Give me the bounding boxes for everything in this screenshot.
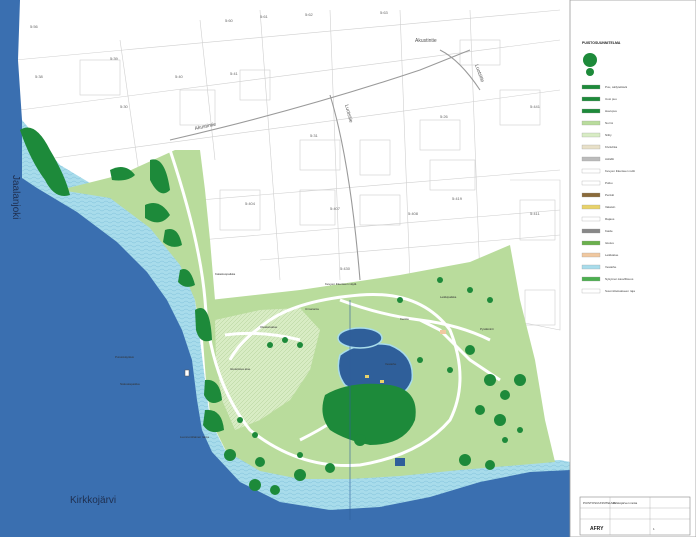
- legend-swatch: [581, 132, 601, 138]
- block-number: 5:407: [330, 206, 341, 211]
- legend-item-label: Niitty: [605, 133, 612, 137]
- block-number: 5:419: [452, 196, 463, 201]
- block-number: 5:63: [380, 10, 389, 15]
- legend-swatch: [581, 216, 601, 222]
- block-number: 5:441: [530, 104, 541, 109]
- title-company: AFRY: [590, 526, 604, 532]
- title-project: PUISTOSUUNNITELMA: [583, 501, 616, 505]
- legend-item-label: Kaide: [605, 229, 613, 233]
- map-note: Pysäköinti: [480, 327, 494, 331]
- legend-swatch: [581, 120, 601, 126]
- block-number: 5:40: [175, 74, 184, 79]
- legend-item-label: Istutus: [605, 241, 614, 245]
- legend-swatch: [581, 156, 601, 162]
- legend-swatch: [581, 264, 601, 270]
- legend-item-label: Kevyen liikenteen reitti: [605, 169, 635, 173]
- legend-swatch: [581, 276, 601, 282]
- legend-swatch: [581, 96, 601, 102]
- park-plan-map: Jaalanjoki Kirkkojärvi Akustintie Akusti…: [0, 0, 696, 537]
- map-note: Vesiaihe: [385, 362, 397, 366]
- legend-panel: PUISTOSUUNNITELMA Puu, säilytettävä Uusi …: [569, 0, 696, 537]
- legend-item-label: Penkki: [605, 193, 614, 197]
- legend-item-label: Vesiaihe: [605, 265, 617, 269]
- legend-item-label: Kivituhka: [605, 145, 618, 149]
- legend-swatch: [581, 180, 601, 186]
- legend-item-label: Valaisin: [605, 205, 616, 209]
- title-block: PUISTOSUUNNITELMA Kirkkojärven ranta 1 A…: [579, 496, 691, 536]
- map-note: Kentta: [400, 317, 409, 321]
- block-number: 5:411: [530, 211, 540, 216]
- block-number: 5:430: [340, 266, 351, 271]
- block-number: 5:30: [120, 104, 129, 109]
- legend-swatch: [581, 204, 601, 210]
- legend-item-label: Uusi puu: [605, 97, 617, 101]
- block-number: 5:408: [408, 211, 419, 216]
- legend-title: PUISTOSUUNNITELMA: [582, 41, 621, 45]
- river-label: Jaalanjoki: [10, 175, 21, 219]
- map-note: Oleskelualue: [260, 325, 278, 329]
- map-note: Uimaranta: [305, 307, 319, 311]
- block-number: 5:404: [245, 201, 256, 206]
- map-note: Istutettava alue: [230, 367, 251, 371]
- legend-item-label: Nurmi: [605, 121, 613, 125]
- block-number: 5:41: [230, 71, 239, 76]
- block-number: 5:62: [305, 12, 314, 17]
- title-place: Kirkkojärven ranta: [613, 501, 638, 505]
- legend-item-label: Havupuu: [605, 109, 617, 113]
- map-note: Leikkipaikka: [440, 295, 457, 299]
- block-number: 5:56: [30, 24, 39, 29]
- legend-swatch: [581, 252, 601, 258]
- block-number: 5:26: [440, 114, 449, 119]
- street-label-2: Akustintie: [415, 38, 437, 44]
- block-number: 5:39: [110, 56, 119, 61]
- legend-item-label: Suunnittelualueen raja: [605, 289, 635, 293]
- legend-swatch: [581, 240, 601, 246]
- legend-swatch: [581, 144, 601, 150]
- block-number: 5:61: [260, 14, 269, 19]
- block-number: 5:38: [35, 74, 44, 79]
- block-number: 5:60: [225, 18, 234, 23]
- legend-item-label: Asfaltti: [605, 157, 614, 161]
- map-note: Luonnontilainen ranta: [180, 435, 209, 439]
- legend-item-label: Nykyinen kasvillisuus: [605, 277, 634, 281]
- legend-swatch: [581, 228, 601, 234]
- legend-swatch: [581, 288, 601, 294]
- map-note: Näkoalapaikka: [120, 382, 140, 386]
- legend-item-label: Puu, säilytettävä: [605, 85, 627, 89]
- legend-swatch: [581, 84, 601, 90]
- legend-item-label: Polku: [605, 181, 613, 185]
- legend-item-label: Leikkialue: [605, 253, 619, 257]
- lake-label: Kirkkojärvi: [70, 495, 116, 506]
- map-note: Puistokäytävä: [115, 355, 134, 359]
- legend-swatch: [581, 192, 601, 198]
- pond-north: [337, 327, 383, 349]
- legend-item-label: Rajaus: [605, 217, 615, 221]
- legend-swatch: [581, 168, 601, 174]
- block-number: 5:31: [310, 133, 319, 138]
- legend-swatch: [581, 108, 601, 114]
- map-note: Kalastuspaikka: [215, 272, 236, 276]
- map-note: Kevyen liikenteen väylä: [325, 282, 357, 286]
